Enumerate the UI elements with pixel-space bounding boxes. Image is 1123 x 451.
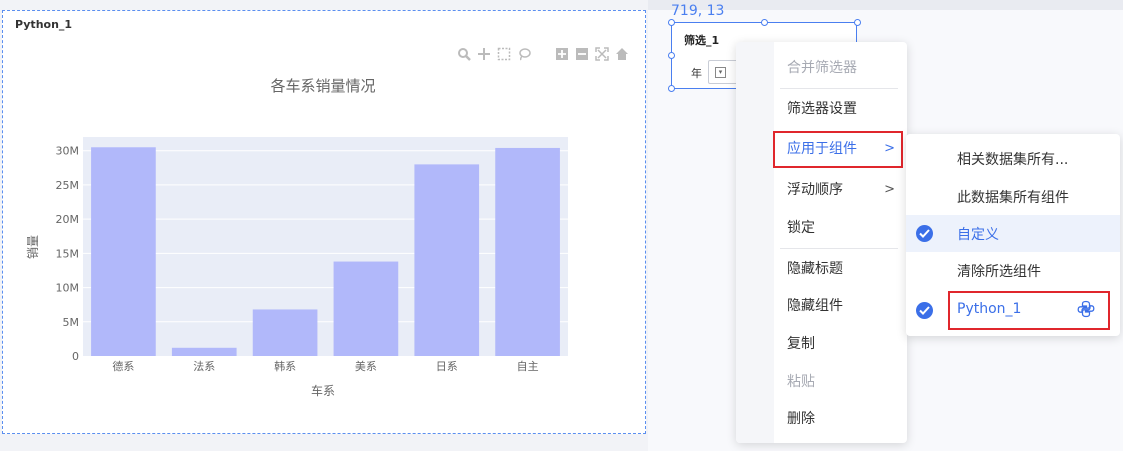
menu-item-hide-widget[interactable]: 隐藏组件 — [774, 287, 907, 325]
chart-title: 各车系销量情况 — [270, 77, 375, 95]
y-tick-label: 0 — [72, 350, 79, 363]
menu-item-label: 应用于组件 — [787, 141, 857, 157]
y-axis-label: 销量 — [26, 235, 40, 259]
y-tick-label: 15M — [56, 247, 80, 260]
chevron-right-icon: > — [884, 141, 895, 156]
resize-handle-tl[interactable] — [668, 19, 675, 26]
y-tick-label: 20M — [56, 213, 80, 226]
menu-item-label: 粘贴 — [787, 374, 815, 390]
menu-item-delete[interactable]: 删除 — [774, 400, 907, 438]
submenu-item-label: 相关数据集所有... — [957, 152, 1069, 168]
resize-handle-ml[interactable] — [668, 52, 675, 59]
apply-to-submenu: 相关数据集所有... 此数据集所有组件 自定义 清除所选组件 Python_1 — [906, 134, 1120, 336]
chevron-right-icon: > — [884, 182, 895, 197]
menu-item-label: 隐藏组件 — [787, 298, 843, 314]
submenu-item-label: Python_1 — [957, 301, 1022, 317]
menu-divider — [780, 248, 898, 249]
x-tick-label: 法系 — [193, 359, 215, 373]
bar-自主[interactable] — [495, 147, 560, 356]
y-tick-label: 25M — [56, 179, 80, 192]
submenu-item-label: 清除所选组件 — [957, 264, 1041, 280]
x-axis-label: 车系 — [311, 383, 335, 398]
python-widget[interactable]: Python_1 各车系销量情况 0 5M 10M 15M 20M 25M 30… — [2, 10, 646, 434]
menu-item-merge-filters[interactable]: 合并筛选器 — [774, 49, 907, 87]
menu-item-label: 删除 — [787, 411, 815, 427]
submenu-item-related-dataset[interactable]: 相关数据集所有... — [906, 140, 1120, 177]
x-tick-label: 美系 — [355, 360, 377, 373]
bar-chart: 各车系销量情况 05M10M15M20M25M30M 德系 法系 韩系 美系 日系 自主 … — [26, 77, 568, 398]
submenu-item-label: 此数据集所有组件 — [957, 190, 1069, 206]
bar-韩系[interactable] — [252, 309, 318, 356]
check-icon — [916, 302, 933, 319]
resize-handle-tr[interactable] — [854, 19, 861, 26]
y-tick-label: 30M — [56, 145, 80, 158]
menu-item-label: 复制 — [787, 336, 815, 352]
menu-item-label: 锁定 — [787, 220, 815, 236]
bar-美系[interactable] — [333, 261, 399, 356]
submenu-item-custom[interactable]: 自定义 — [906, 215, 1120, 252]
check-icon — [916, 225, 933, 242]
x-tick-label: 韩系 — [274, 359, 296, 373]
menu-gutter — [736, 42, 774, 443]
submenu-item-clear-selected[interactable]: 清除所选组件 — [906, 252, 1120, 289]
y-tick-label: 5M — [63, 316, 80, 329]
menu-item-lock[interactable]: 锁定 — [774, 209, 907, 247]
menu-item-paste[interactable]: 粘贴 — [774, 363, 907, 401]
python-icon — [1077, 300, 1095, 318]
submenu-item-label: 自定义 — [957, 227, 999, 243]
submenu-item-this-dataset[interactable]: 此数据集所有组件 — [906, 178, 1120, 215]
menu-item-copy[interactable]: 复制 — [774, 325, 907, 363]
position-readout: 719, 13 — [671, 3, 725, 19]
y-axis-ticks: 0 5M 10M 15M 20M 25M 30M — [56, 145, 80, 363]
menu-item-label: 浮动顺序 — [787, 182, 843, 198]
x-tick-label: 德系 — [112, 359, 134, 373]
menu-item-apply-to-widgets[interactable]: 应用于组件 > — [774, 130, 907, 168]
context-menu: 合并筛选器 筛选器设置 应用于组件 > 浮动顺序 > 锁定 隐藏标题 隐藏组件 复制… — [736, 42, 907, 443]
filter-title: 筛选_1 — [684, 34, 720, 47]
submenu-item-python-1[interactable]: Python_1 — [906, 292, 1120, 329]
resize-handle-bl[interactable] — [668, 85, 675, 92]
menu-item-label: 隐藏标题 — [787, 261, 843, 277]
bar-日系[interactable] — [414, 164, 480, 356]
filter-field-label: 年 — [691, 67, 702, 80]
bar-德系[interactable] — [91, 147, 156, 356]
menu-item-label: 合并筛选器 — [787, 60, 857, 76]
bar-法系[interactable] — [171, 347, 237, 356]
calendar-icon: ▾ — [715, 67, 726, 78]
menu-item-label: 筛选器设置 — [787, 101, 857, 117]
menu-item-hide-title[interactable]: 隐藏标题 — [774, 250, 907, 288]
x-tick-label: 自主 — [517, 360, 539, 373]
x-axis-ticks: 德系 法系 韩系 美系 日系 自主 — [112, 359, 538, 373]
resize-handle-tm[interactable] — [761, 19, 768, 26]
x-tick-label: 日系 — [436, 360, 458, 373]
menu-item-filter-settings[interactable]: 筛选器设置 — [774, 90, 907, 128]
y-tick-label: 10M — [56, 282, 80, 295]
menu-divider — [780, 88, 898, 89]
menu-item-float-order[interactable]: 浮动顺序 > — [774, 171, 907, 209]
